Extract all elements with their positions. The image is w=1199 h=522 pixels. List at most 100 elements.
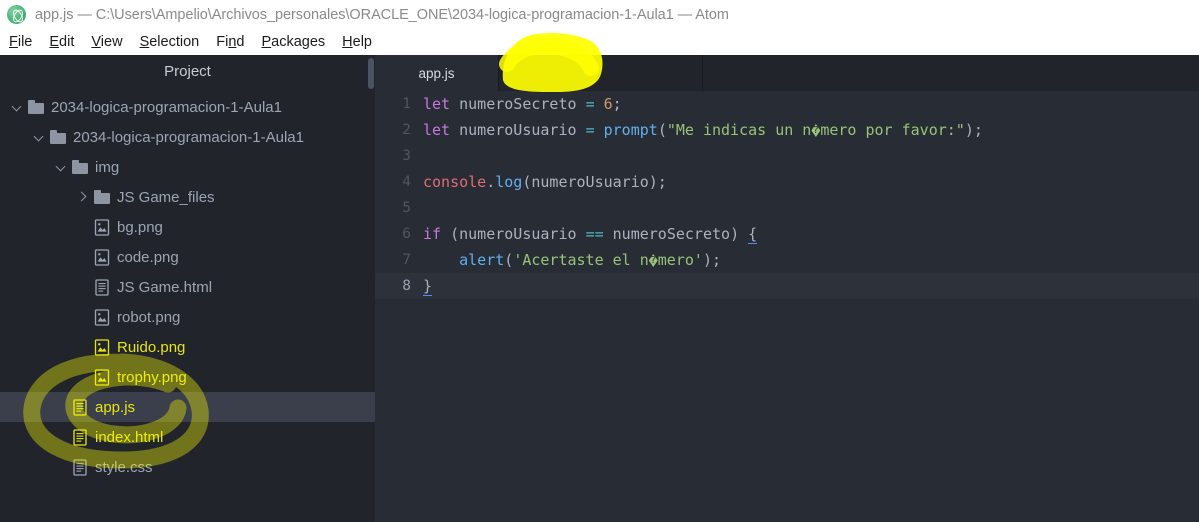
menu-item-view[interactable]: View xyxy=(91,34,122,50)
tree-item-bg-png[interactable]: bg.png xyxy=(0,212,375,242)
chevron-right-icon[interactable] xyxy=(76,190,90,204)
replacement-char-glyph xyxy=(811,123,820,138)
menu-item-selection[interactable]: Selection xyxy=(140,34,200,50)
tree-item-2034-logica-programacion-1-aula1[interactable]: 2034-logica-programacion-1-Aula1 xyxy=(0,92,375,122)
line-number: 8 xyxy=(402,278,411,294)
title-bar: app.js — C:\Users\Ampelio\Archivos_perso… xyxy=(0,0,1199,29)
text-file-icon xyxy=(72,398,88,416)
tree-item-2034-logica-programacion-1-aula1[interactable]: 2034-logica-programacion-1-Aula1 xyxy=(0,122,375,152)
tree-item-label: style.css xyxy=(95,458,153,476)
sidebar-title: Project xyxy=(164,63,211,80)
tree-item-label: trophy.png xyxy=(117,368,187,386)
tree-item-label: img xyxy=(95,158,120,176)
image-file-icon xyxy=(94,338,110,356)
code-line-text: } xyxy=(423,277,433,296)
tab-app-js[interactable]: app.js xyxy=(375,55,499,91)
chevron-down-icon[interactable] xyxy=(10,100,24,114)
line-number: 6 xyxy=(402,226,411,242)
code-line[interactable]: 3 xyxy=(375,143,1199,169)
tree-item-code-png[interactable]: code.png xyxy=(0,242,375,272)
line-number: 3 xyxy=(402,148,411,164)
window-title: app.js — C:\Users\Ampelio\Archivos_perso… xyxy=(35,6,729,23)
sidebar-scrollbar-thumb[interactable] xyxy=(368,58,374,89)
atom-logo-icon xyxy=(7,5,26,24)
code-line[interactable]: 8} xyxy=(375,273,1199,299)
image-file-icon xyxy=(94,368,110,386)
code-line[interactable]: 7 alert('Acertaste el nmero'); xyxy=(375,247,1199,273)
code-editor[interactable]: 1 let numeroSecreto = 6; 2 let numeroUsuari… xyxy=(375,91,1199,522)
tree-item-label: JS Game.html xyxy=(117,278,213,296)
tree-item-app-js[interactable]: app.js xyxy=(0,392,375,422)
sidebar-scrollbar[interactable] xyxy=(366,55,375,522)
code-line[interactable]: 2 let numeroUsuario = prompt("Me indicas … xyxy=(375,117,1199,143)
tab-bar-empty-area xyxy=(703,55,1199,91)
image-file-icon xyxy=(94,218,110,236)
tree-item-label: 2034-logica-programacion-1-Aula1 xyxy=(51,98,282,116)
tree-item-label: index.html xyxy=(95,428,164,446)
tab-bar-filler xyxy=(499,55,703,91)
code-line[interactable]: 6 if (numeroUsuario == numeroSecreto) { xyxy=(375,221,1199,247)
code-line-text: let numeroSecreto = 6; xyxy=(423,95,622,113)
atom-window: app.js — C:\Users\Ampelio\Archivos_perso… xyxy=(0,0,1199,522)
line-number: 4 xyxy=(402,174,411,190)
menu-item-edit[interactable]: Edit xyxy=(49,34,74,50)
line-number: 7 xyxy=(402,252,411,268)
tree-item-ruido-png[interactable]: Ruido.png xyxy=(0,332,375,362)
tree-item-label: Ruido.png xyxy=(117,338,186,356)
replacement-char-glyph xyxy=(649,253,658,268)
image-file-icon xyxy=(94,308,110,326)
folder-icon xyxy=(72,159,88,176)
tree-item-label: 2034-logica-programacion-1-Aula1 xyxy=(73,128,304,146)
code-line-text: console.log(numeroUsuario); xyxy=(423,173,667,191)
code-line-text: alert('Acertaste el nmero'); xyxy=(423,247,721,273)
code-line[interactable]: 1 let numeroSecreto = 6; xyxy=(375,91,1199,117)
tab-label: app.js xyxy=(418,65,455,81)
tree-item-label: JS Game_files xyxy=(117,188,215,206)
text-file-icon xyxy=(72,458,88,476)
folder-icon xyxy=(94,189,110,206)
menu-item-file[interactable]: File xyxy=(9,34,32,50)
chevron-down-icon[interactable] xyxy=(54,160,68,174)
menu-item-find[interactable]: Find xyxy=(216,34,244,50)
project-sidebar: Project 2034-logica-programacion-1-Aula1… xyxy=(0,55,375,522)
tree-item-label: app.js xyxy=(95,398,136,416)
editor-pane: app.js 1 let numeroSecreto = 6; 2 let numer… xyxy=(375,55,1199,522)
image-file-icon xyxy=(94,248,110,266)
code-line[interactable]: 5 xyxy=(375,195,1199,221)
chevron-down-icon[interactable] xyxy=(32,130,46,144)
tree-item-label: robot.png xyxy=(117,308,181,326)
code-line-text: if (numeroUsuario == numeroSecreto) { xyxy=(423,225,758,244)
menu-item-help[interactable]: Help xyxy=(342,34,372,50)
folder-icon xyxy=(28,99,44,116)
menu-item-packages[interactable]: Packages xyxy=(261,34,325,50)
line-number: 1 xyxy=(402,96,411,112)
tree-item-trophy-png[interactable]: trophy.png xyxy=(0,362,375,392)
text-file-icon xyxy=(94,278,110,296)
tree-item-label: bg.png xyxy=(117,218,163,236)
tree-item-label: code.png xyxy=(117,248,179,266)
tree-item-img[interactable]: img xyxy=(0,152,375,182)
code-line[interactable]: 4 console.log(numeroUsuario); xyxy=(375,169,1199,195)
text-file-icon xyxy=(72,428,88,446)
folder-icon xyxy=(50,129,66,146)
file-tree: 2034-logica-programacion-1-Aula1 2034-log… xyxy=(0,88,375,482)
code-line-text: let numeroUsuario = prompt("Me indicas u… xyxy=(423,117,983,143)
line-number: 5 xyxy=(402,200,411,216)
tree-item-js-game-html[interactable]: JS Game.html xyxy=(0,272,375,302)
tree-item-style-css[interactable]: style.css xyxy=(0,452,375,482)
tab-bar: app.js xyxy=(375,55,1199,91)
tree-item-js-game-files[interactable]: JS Game_files xyxy=(0,182,375,212)
tree-item-robot-png[interactable]: robot.png xyxy=(0,302,375,332)
menu-bar: File Edit View Selection Find Packages H… xyxy=(0,29,1199,55)
line-number: 2 xyxy=(402,122,411,138)
tree-item-index-html[interactable]: index.html xyxy=(0,422,375,452)
